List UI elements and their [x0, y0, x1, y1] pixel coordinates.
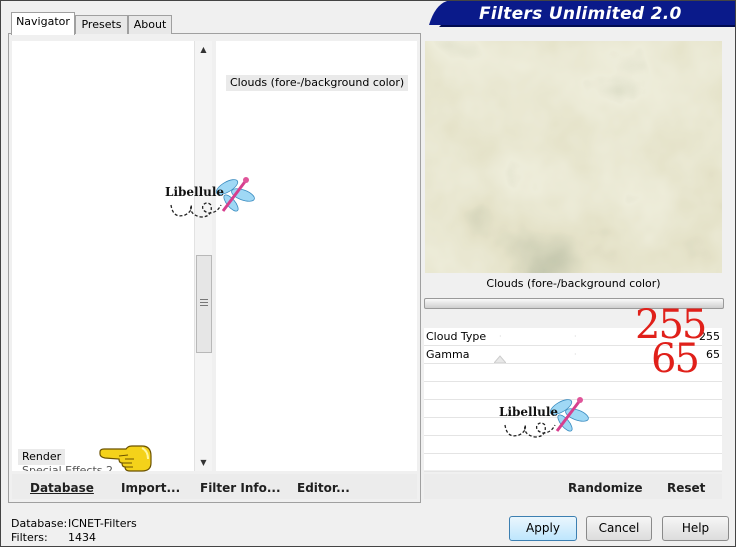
scroll-up-icon[interactable]: ▲: [195, 41, 212, 58]
status-filters-label: Filters:: [11, 531, 48, 544]
watermark-text: Libellule: [499, 405, 559, 419]
filter-info-button[interactable]: Filter Info...: [200, 481, 281, 495]
status-database-label: Database:: [11, 517, 68, 530]
category-list[interactable]: Render Special Effects 2: [12, 41, 194, 472]
scroll-down-icon[interactable]: ▼: [195, 454, 212, 471]
libellule-watermark: Libellule: [495, 391, 590, 443]
status-filters-value: 1434: [68, 531, 96, 544]
tab-presets[interactable]: Presets: [75, 15, 128, 34]
apply-button[interactable]: Apply: [509, 516, 577, 541]
annotation-gamma: 65: [651, 336, 700, 382]
filters-unlimited-window: Filters Unlimited 2.0 Navigator Presets …: [0, 0, 736, 547]
param-name: Gamma: [426, 348, 470, 361]
scroll-thumb[interactable]: [196, 255, 212, 353]
database-button[interactable]: Database: [30, 481, 94, 495]
reset-button[interactable]: Reset: [667, 481, 705, 495]
slider-tick: ·: [499, 332, 502, 341]
editor-button[interactable]: Editor...: [297, 481, 350, 495]
libellule-watermark: Libellule: [161, 171, 256, 223]
status-database-value: ICNET-Filters: [68, 517, 137, 530]
clouds-preview-image: [425, 41, 722, 273]
param-value: 65: [706, 348, 720, 361]
preview-label: Clouds (fore-/background color): [486, 277, 661, 290]
cancel-button[interactable]: Cancel: [586, 516, 652, 541]
watermark-text: Libellule: [165, 185, 225, 199]
category-scrollbar[interactable]: ▲ ▼: [194, 41, 212, 471]
app-title: Filters Unlimited 2.0: [479, 4, 682, 24]
category-item-render[interactable]: Render: [18, 449, 66, 465]
param-row-empty: [424, 454, 722, 472]
slider-marker-icon[interactable]: [494, 355, 506, 363]
tab-about[interactable]: About: [128, 15, 172, 34]
filter-item-clouds[interactable]: Clouds (fore-/background color): [226, 75, 409, 91]
pointing-hand-icon: [99, 445, 152, 472]
slider-tick: ·: [574, 350, 577, 359]
tab-navigator[interactable]: Navigator: [11, 12, 75, 35]
help-button[interactable]: Help: [662, 516, 729, 541]
filter-preview: [425, 41, 722, 273]
randomize-button[interactable]: Randomize: [568, 481, 642, 495]
filter-list[interactable]: Clouds (fore-/background color): [216, 41, 417, 471]
import-button[interactable]: Import...: [121, 481, 180, 495]
slider-tick: ·: [574, 332, 577, 341]
param-name: Cloud Type: [426, 330, 487, 343]
